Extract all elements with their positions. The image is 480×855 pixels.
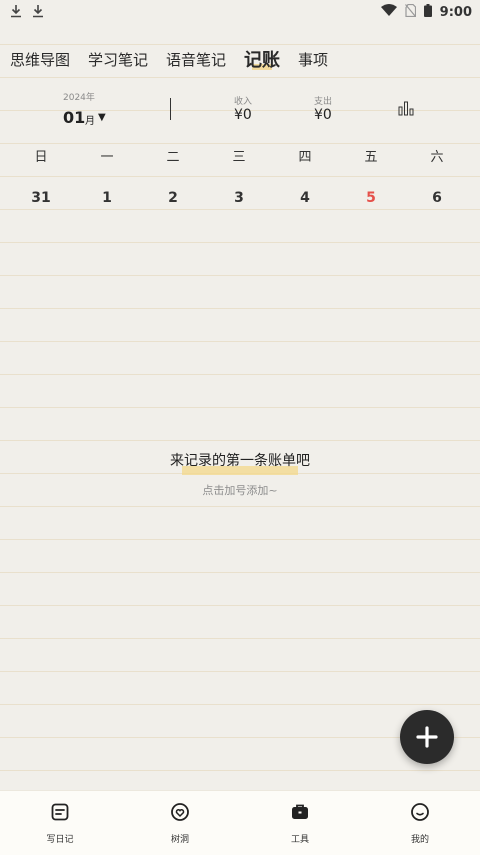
weekday-label: 二 — [166, 150, 180, 165]
empty-state-subtitle: 点击加号添加~ — [202, 484, 278, 497]
empty-state-title: 来记录的第一条账单吧 — [170, 453, 310, 469]
battery-icon — [423, 3, 432, 21]
bar-chart-icon[interactable] — [398, 100, 414, 116]
weekday-label: 四 — [298, 150, 312, 165]
month-value[interactable]: 01 — [63, 108, 85, 127]
week-days-row: 31 1 2 3 4 5 6 — [8, 190, 470, 210]
empty-state: 来记录的第一条账单吧 点击加号添加~ — [0, 450, 480, 498]
toolbox-icon — [290, 802, 310, 826]
weekday-header: 日 一 二 三 四 五 六 — [8, 146, 470, 166]
smile-icon — [410, 802, 430, 826]
day-cell-today[interactable]: 5 — [338, 190, 404, 210]
income-value: ¥0 — [234, 107, 252, 123]
tab-study-notes[interactable]: 学习笔记 — [88, 49, 148, 70]
day-cell[interactable]: 3 — [206, 190, 272, 210]
nav-me[interactable]: 我的 — [360, 791, 480, 855]
day-cell[interactable]: 4 — [272, 190, 338, 210]
wifi-icon — [380, 4, 397, 20]
weekday-label: 六 — [430, 150, 444, 165]
tab-bookkeeping[interactable]: 记账 — [244, 46, 280, 72]
top-tabs: 思维导图 学习笔记 语音笔记 记账 事项 — [0, 42, 480, 76]
income-label: 收入 — [234, 97, 253, 107]
download-icon — [10, 4, 22, 21]
weekday-label: 五 — [364, 150, 378, 165]
nav-label: 我的 — [410, 834, 429, 845]
divider — [170, 98, 171, 120]
plus-icon — [416, 726, 438, 748]
day-cell[interactable]: 1 — [74, 190, 140, 210]
caret-down-icon[interactable]: ▼ — [98, 112, 106, 123]
month-summary: 2024年 01 月 ▼ 收入 ¥0 支出 ¥0 — [0, 88, 480, 132]
status-bar: 9:00 — [0, 0, 480, 24]
download-icon — [32, 4, 44, 21]
nav-label: 写日记 — [46, 834, 74, 845]
nav-tree-hole[interactable]: 树洞 — [120, 791, 240, 855]
clock: 9:00 — [439, 4, 472, 20]
day-cell[interactable]: 2 — [140, 190, 206, 210]
weekday-label: 三 — [232, 150, 246, 165]
nav-label: 工具 — [290, 834, 309, 845]
bottom-nav: 写日记 树洞 工具 我的 — [0, 790, 480, 855]
tab-mindmap[interactable]: 思维导图 — [10, 49, 70, 70]
heart-bubble-icon — [170, 802, 190, 826]
expense-value: ¥0 — [314, 107, 332, 123]
add-record-button[interactable] — [400, 710, 454, 764]
year-label: 2024年 — [63, 93, 95, 103]
nav-write-diary[interactable]: 写日记 — [0, 791, 120, 855]
day-cell[interactable]: 6 — [404, 190, 470, 210]
note-icon — [50, 802, 70, 826]
tab-tasks[interactable]: 事项 — [298, 49, 328, 70]
no-sim-icon — [404, 3, 416, 21]
weekday-label: 日 — [34, 150, 48, 165]
day-cell[interactable]: 31 — [8, 190, 74, 210]
nav-label: 树洞 — [170, 834, 189, 845]
expense-label: 支出 — [314, 97, 333, 107]
nav-tools[interactable]: 工具 — [240, 791, 360, 855]
month-unit: 月 — [85, 116, 95, 127]
weekday-label: 一 — [100, 150, 114, 165]
tab-voice-notes[interactable]: 语音笔记 — [166, 49, 226, 70]
